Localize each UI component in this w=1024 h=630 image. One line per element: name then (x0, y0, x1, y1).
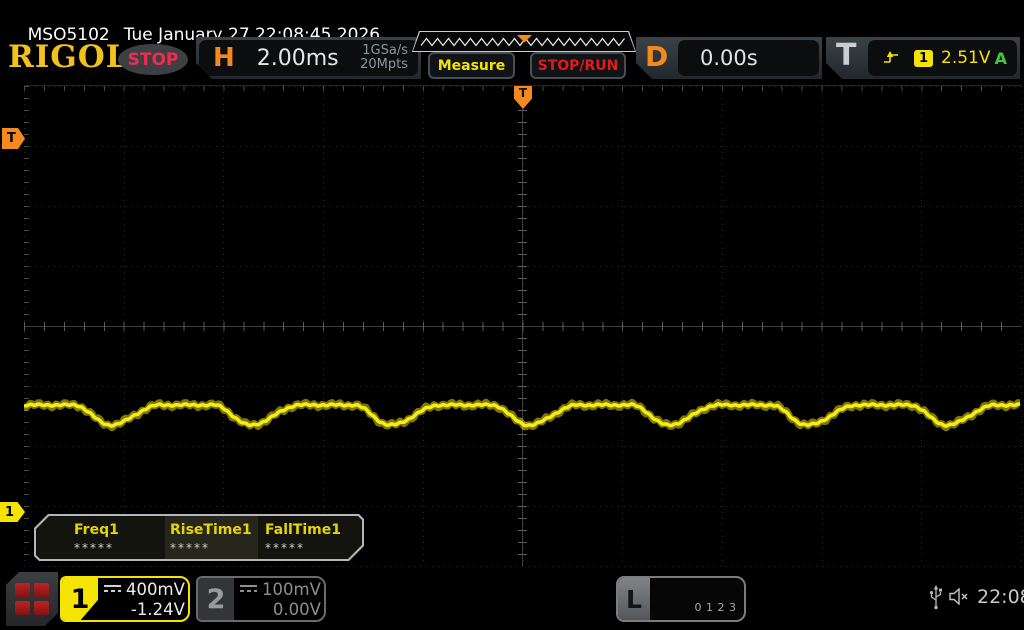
measurement-panel[interactable]: Freq1 ***** RiseTime1 ***** FallTime1 **… (34, 514, 364, 561)
measurement-falltime1[interactable]: FallTime1 ***** (258, 516, 362, 559)
trigger-label: T (836, 38, 856, 73)
sample-rate: 1GSa/s (362, 43, 408, 58)
delay-label: D (645, 40, 668, 73)
measurement-label: RiseTime1 (170, 522, 258, 538)
channel2-number: 2 (198, 578, 234, 620)
channel1-offset: -1.24V (102, 600, 185, 620)
channel1-position-marker[interactable]: 1 (0, 502, 25, 522)
waveform-position-strip[interactable] (412, 31, 636, 52)
channel2-status-box[interactable]: 2 100mV 0.00V (196, 576, 326, 622)
dc-coupling-icon (104, 585, 121, 595)
grid-line-horizontal (24, 566, 1021, 567)
channel1-scale: 400mV (126, 580, 185, 600)
usb-icon (928, 584, 944, 614)
trigger-source-badge: 1 (914, 50, 933, 67)
horizontal-label: H (199, 43, 235, 73)
dc-coupling-icon (240, 585, 257, 595)
oscilloscope-screen: MSO5102Tue January 27 22:08:45 2026 RIGO… (0, 0, 1024, 630)
channel1-status-box[interactable]: 1 400mV -1.24V (60, 576, 190, 622)
trigger-level-marker[interactable]: T (2, 128, 25, 149)
rigol-logo: RIGOL (8, 39, 129, 75)
measurement-value: ***** (170, 541, 258, 555)
memory-depth: 20Mpts (360, 57, 408, 72)
trigger-block[interactable]: T 1 2.51V A (826, 37, 1020, 79)
channel2-scale: 100mV (262, 580, 321, 600)
ch1-waveform (24, 86, 1021, 566)
graticule[interactable]: T (24, 85, 1021, 566)
logic-label: L (618, 578, 650, 620)
measurement-value: ***** (74, 541, 165, 555)
delay-value: 0.00s (678, 46, 758, 70)
menu-button[interactable] (6, 572, 58, 626)
timebase-value: 2.00ms (257, 46, 339, 71)
stop-run-button[interactable]: STOP/RUN (530, 52, 626, 79)
measurement-value: ***** (265, 541, 362, 555)
measure-button[interactable]: Measure (428, 52, 515, 79)
measurement-risetime1[interactable]: RiseTime1 ***** (165, 516, 258, 559)
speaker-muted-icon[interactable] (948, 588, 972, 609)
logic-channel-numbers: 0 1 2 3 4 5 6 7 8 9 10 11 12 13 14 15 (650, 578, 746, 620)
measurement-label: Freq1 (74, 522, 165, 538)
rising-edge-trigger-icon (882, 50, 900, 66)
horizontal-settings-block[interactable]: H 2.00ms 1GSa/s 20Mpts (196, 37, 421, 79)
trigger-mode: A (995, 49, 1007, 68)
run-state-badge: STOP (118, 44, 188, 75)
delay-block[interactable]: D 0.00s (636, 37, 822, 79)
red-grid-icon (15, 583, 49, 615)
channel2-offset: 0.00V (238, 600, 321, 620)
acquisition-info: 1GSa/s 20Mpts (360, 44, 418, 72)
clock: 22:08 (977, 586, 1024, 608)
channel1-number: 1 (62, 578, 98, 620)
logic-channels-box[interactable]: L 0 1 2 3 4 5 6 7 8 9 10 11 12 13 14 15 (616, 576, 746, 622)
trigger-level-value: 2.51V (941, 48, 990, 68)
position-cursor-icon (517, 35, 532, 43)
measurement-label: FallTime1 (265, 522, 362, 538)
grid-line-vertical (1021, 86, 1022, 566)
waveform-overview-icon (413, 32, 635, 51)
measurement-freq1[interactable]: Freq1 ***** (36, 516, 165, 559)
